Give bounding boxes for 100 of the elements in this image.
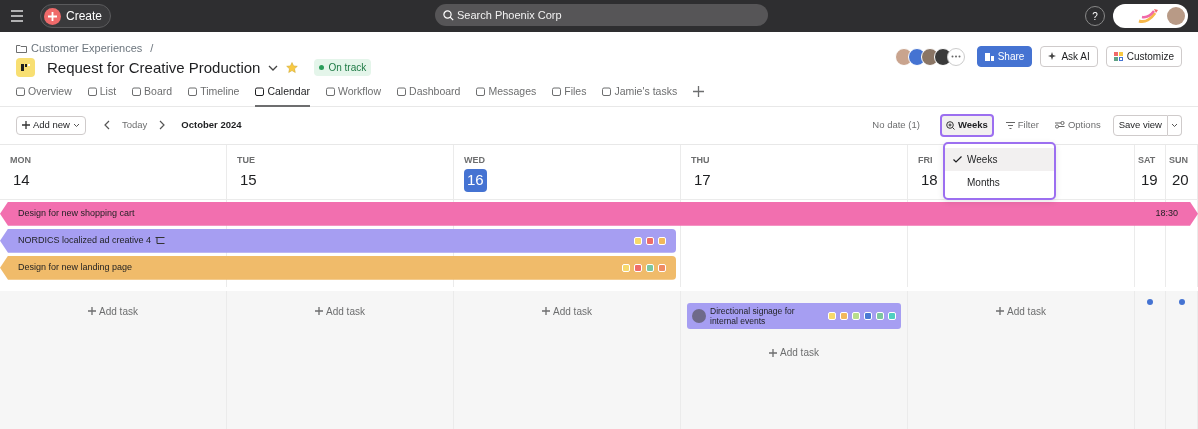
- task-dot-icon: [1147, 298, 1153, 305]
- tab[interactable]: List: [87, 83, 117, 107]
- add-task-button[interactable]: Add task: [763, 344, 825, 362]
- today-button[interactable]: Today: [118, 118, 152, 133]
- help-button[interactable]: ?: [1085, 6, 1105, 26]
- day-number: 17: [693, 170, 712, 191]
- tab[interactable]: Workflow: [326, 83, 382, 107]
- filter-icon: [1005, 121, 1015, 129]
- plus-icon: [315, 307, 324, 316]
- task-bar[interactable]: NORDICS localized ad creative 4: [0, 228, 676, 253]
- caret-icon: [73, 122, 80, 128]
- tab[interactable]: Jamie's tasks: [602, 83, 678, 107]
- plus-icon: [542, 307, 551, 316]
- add-task-button[interactable]: Add task: [309, 302, 371, 320]
- tab[interactable]: Board: [132, 83, 173, 107]
- profile-button[interactable]: [1113, 4, 1188, 28]
- tab-icon: [397, 87, 407, 97]
- plus-icon: [44, 7, 61, 25]
- breadcrumb-separator: /: [150, 41, 154, 56]
- tab-icon: [326, 87, 336, 97]
- share-button[interactable]: Share: [976, 46, 1033, 68]
- search-icon: [443, 10, 454, 21]
- day-name: THU: [691, 154, 710, 165]
- chevron-left-icon[interactable]: [104, 120, 110, 131]
- zoom-icon: [945, 120, 955, 130]
- day-number: 16: [464, 169, 487, 192]
- tab[interactable]: Files: [552, 83, 587, 107]
- add-task-button[interactable]: Add task: [536, 302, 598, 320]
- save-view-button[interactable]: Save view: [1112, 114, 1168, 136]
- plus-icon: [22, 121, 30, 130]
- more-members-button[interactable]: [946, 47, 965, 66]
- grid-icon: [1113, 52, 1123, 62]
- create-button[interactable]: Create: [40, 4, 112, 28]
- ellipsis-icon: [950, 55, 961, 59]
- star-icon[interactable]: [286, 61, 299, 74]
- menu-item[interactable]: Weeks: [945, 148, 1054, 171]
- tab-icon: [602, 87, 612, 97]
- status-dot-icon: [319, 65, 325, 71]
- tab-icon: [132, 87, 142, 97]
- avatar: [894, 47, 913, 66]
- task-title: Design for new landing page: [18, 261, 133, 274]
- day-number: 19: [1140, 170, 1159, 191]
- task-title: NORDICS localized ad creative 4: [18, 234, 152, 247]
- tab-icon: [87, 87, 97, 97]
- day-number: 14: [12, 170, 31, 191]
- chevron-right-icon[interactable]: [159, 120, 166, 131]
- task-time: 18:30: [1155, 207, 1178, 220]
- project-icon: [16, 58, 35, 78]
- building-icon: [984, 52, 994, 62]
- chevron-down-icon[interactable]: [268, 64, 279, 71]
- tab[interactable]: Timeline: [188, 83, 240, 107]
- plus-icon: [88, 307, 97, 316]
- view-dropdown[interactable]: Weeks: [939, 113, 994, 137]
- plus-icon: [996, 307, 1005, 316]
- breadcrumb-link[interactable]: Customer Experiences: [31, 40, 143, 57]
- tab[interactable]: Calendar: [255, 83, 311, 107]
- day-name: SAT: [1138, 154, 1156, 165]
- day-number: 15: [239, 170, 258, 191]
- folder-icon: [16, 43, 27, 53]
- ask-ai-button[interactable]: Ask AI: [1040, 46, 1098, 68]
- check-icon: [953, 156, 962, 163]
- day-number: 20: [1171, 170, 1190, 191]
- search-field[interactable]: Search Phoenix Corp: [435, 4, 768, 26]
- task-title: Design for new shopping cart: [18, 207, 135, 220]
- task-bar[interactable]: Design for new shopping cart 18:30: [0, 201, 1198, 226]
- task-title: Directional signage for internal events: [710, 305, 796, 327]
- task-card[interactable]: Directional signage for internal events: [687, 302, 901, 330]
- add-tab-icon[interactable]: [693, 86, 705, 98]
- day-name: TUE: [237, 154, 255, 165]
- day-name: SUN: [1169, 154, 1188, 165]
- menu-item[interactable]: Months: [945, 171, 1054, 194]
- tab-icon: [255, 87, 265, 97]
- day-name: FRI: [918, 154, 933, 165]
- options-button[interactable]: Options: [1050, 118, 1105, 133]
- day-name: WED: [464, 154, 485, 165]
- plus-icon: [769, 348, 778, 357]
- tab-icon: [476, 87, 486, 97]
- customize-button[interactable]: Customize: [1105, 46, 1182, 68]
- tab-icon: [188, 87, 198, 97]
- caret-icon: [1171, 122, 1178, 128]
- add-new-button[interactable]: Add new: [16, 115, 86, 135]
- status-badge: On track: [314, 59, 372, 77]
- subtask-icon: [155, 236, 167, 245]
- tab[interactable]: Dashboard: [397, 83, 461, 107]
- project-title: Request for Creative Production: [47, 57, 261, 78]
- task-bar[interactable]: Design for new landing page: [0, 255, 676, 280]
- tab[interactable]: Messages: [476, 83, 537, 107]
- add-task-button[interactable]: Add task: [990, 302, 1052, 320]
- menu-icon[interactable]: [10, 10, 24, 22]
- filter-button[interactable]: Filter: [1001, 118, 1043, 133]
- avatar: [692, 308, 706, 323]
- day-number: 18: [920, 170, 939, 191]
- no-date-button[interactable]: No date (1): [868, 118, 924, 133]
- logo-icon: [1137, 7, 1161, 25]
- task-dot-icon: [1178, 298, 1185, 305]
- avatar: [1167, 7, 1185, 25]
- tab-icon: [552, 87, 562, 97]
- month-label: October 2024: [181, 118, 242, 133]
- tab[interactable]: Overview: [16, 83, 72, 107]
- add-task-button[interactable]: Add task: [82, 302, 144, 320]
